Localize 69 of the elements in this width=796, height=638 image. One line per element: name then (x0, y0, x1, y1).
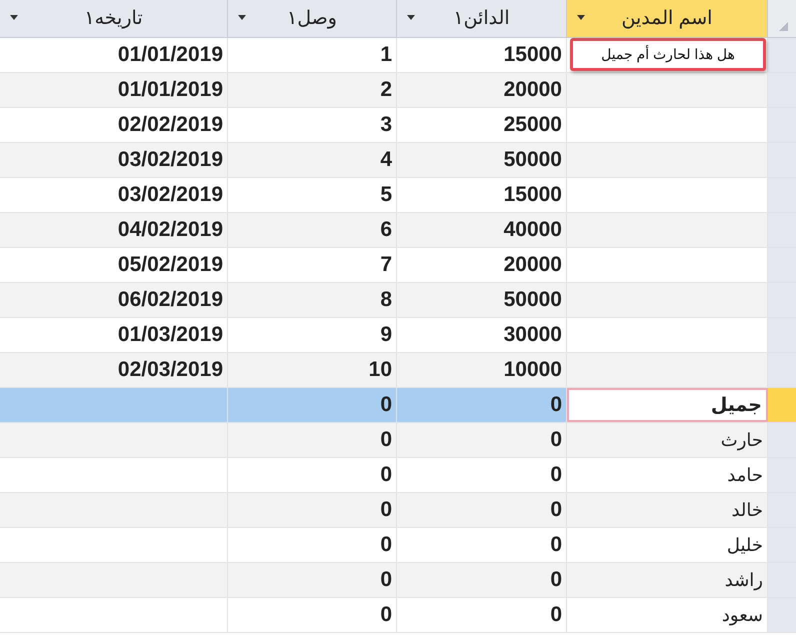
table-cell: 0 (380, 463, 392, 487)
table-cell: 06/02/2019 (118, 288, 223, 312)
table-cell: 0 (550, 498, 562, 522)
table-cell: 3 (380, 113, 392, 137)
table-cell: 2 (380, 78, 392, 102)
table-cell: 0 (550, 393, 562, 417)
table-cell: 15000 (504, 183, 562, 207)
table-cell: 50000 (504, 288, 562, 312)
column-header[interactable]: تاريخه١ (0, 0, 228, 37)
corner-triangle-icon (779, 22, 788, 31)
table-cell: 25000 (504, 113, 562, 137)
table-cell: 0 (380, 533, 392, 557)
dropdown-arrow-icon[interactable] (10, 15, 18, 20)
table-cell: 30000 (504, 323, 562, 347)
table-cell: راشد (724, 570, 763, 590)
table-cell: جميل (710, 394, 762, 416)
table-cell: 02/03/2019 (118, 358, 223, 382)
table-cell: 1 (380, 43, 392, 67)
table-cell: 0 (380, 428, 392, 452)
table-cell: 0 (380, 568, 392, 592)
table-cell: 03/02/2019 (118, 183, 223, 207)
table-cell: 40000 (504, 218, 562, 242)
table-cell: 50000 (504, 148, 562, 172)
table-cell: 05/02/2019 (118, 253, 223, 277)
table-cell: خليل (726, 534, 763, 556)
table-cell: 01/01/2019 (118, 43, 223, 67)
table-cell: 0 (380, 393, 392, 417)
column-header[interactable]: اسم المدين (567, 0, 768, 37)
table-row[interactable]: 06/02/2019 8 50000 (0, 283, 796, 318)
table-row[interactable]: 03/02/2019 4 50000 (0, 143, 796, 178)
dropdown-arrow-icon[interactable] (238, 15, 246, 20)
table-row[interactable]: 03/02/2019 5 15000 (0, 178, 796, 213)
table-cell: 8 (380, 288, 392, 312)
table-row[interactable]: 02/02/2019 3 25000 (0, 108, 796, 143)
table-cell: خالد (731, 500, 763, 520)
table-cell: 0 (550, 428, 562, 452)
table-cell: 01/03/2019 (118, 323, 223, 347)
table-cell: 20000 (504, 253, 562, 277)
table-cell: 04/02/2019 (118, 218, 223, 242)
table-cell: حامد (727, 464, 763, 486)
table-cell: 10 (368, 358, 392, 382)
table-cell: 0 (380, 498, 392, 522)
table-cell: 02/02/2019 (118, 113, 223, 137)
table-cell: 0 (550, 533, 562, 557)
table-cell: 10000 (504, 358, 562, 382)
table-row[interactable]: 05/02/2019 7 20000 (0, 248, 796, 283)
table-cell: 20000 (504, 78, 562, 102)
column-header[interactable]: وصل١ (228, 0, 397, 37)
table-row[interactable]: 02/03/2019 10 10000 (0, 353, 796, 388)
table-cell: حارث (720, 430, 763, 450)
table-row[interactable]: 04/02/2019 6 40000 (0, 213, 796, 248)
table-cell: 0 (550, 568, 562, 592)
dropdown-arrow-icon[interactable] (407, 15, 415, 20)
table-cell: 7 (380, 253, 392, 277)
table-cell: 15000 (504, 43, 562, 67)
table-cell: 4 (380, 148, 392, 172)
table-cell: 6 (380, 218, 392, 242)
table-cell: 5 (380, 183, 392, 207)
table-cell: 9 (380, 323, 392, 347)
table-cell: سعود (722, 604, 763, 626)
tooltip: هل هذا لحارث أم جميل (570, 38, 766, 71)
dropdown-arrow-icon[interactable] (577, 15, 585, 20)
table-cell: 0 (550, 463, 562, 487)
table-cell: 03/02/2019 (118, 148, 223, 172)
table-cell: 01/01/2019 (118, 78, 223, 102)
table-cell: 0 (550, 603, 562, 627)
table-row[interactable]: 01/01/2019 2 20000 (0, 73, 796, 108)
table-row[interactable]: 01/03/2019 9 30000 (0, 318, 796, 353)
table-cell: 0 (380, 603, 392, 627)
